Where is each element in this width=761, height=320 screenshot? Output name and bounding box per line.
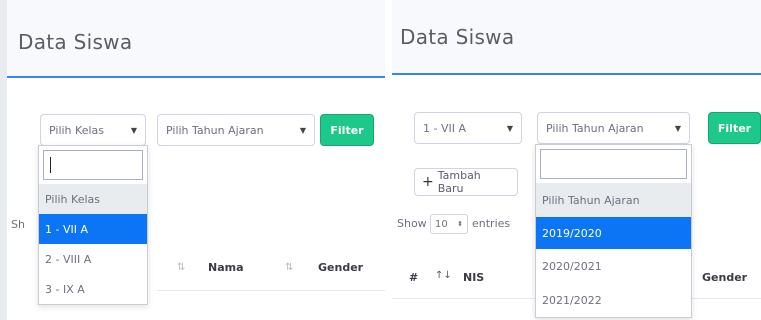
dropdown-option-placeholder[interactable]: Pilih Tahun Ajaran xyxy=(536,183,691,217)
kelas-dropdown: Pilih Kelas 1 - VII A 2 - VIII A 3 - IX … xyxy=(38,145,148,305)
dropdown-search-wrap xyxy=(536,145,691,183)
tahun-ajaran-dropdown: Pilih Tahun Ajaran 2019/2020 2020/2021 2… xyxy=(535,144,692,318)
dropdown-search-input[interactable] xyxy=(540,149,687,179)
tahun-ajaran-select[interactable]: Pilih Tahun Ajaran ▼ xyxy=(537,112,690,144)
filter-button[interactable]: Filter xyxy=(320,114,374,146)
plus-icon: + xyxy=(422,174,434,190)
dropdown-option-2019-2020[interactable]: 2019/2020 xyxy=(536,217,691,249)
column-header-gender[interactable]: Gender xyxy=(318,261,363,274)
column-header-nama[interactable]: Nama xyxy=(208,261,244,274)
page-title: Data Siswa xyxy=(400,25,515,49)
card-header: Data Siswa xyxy=(392,0,761,75)
entries-label: entries xyxy=(472,217,511,230)
dropdown-option-placeholder[interactable]: Pilih Kelas xyxy=(39,184,147,214)
dropdown-option-ix-a[interactable]: 3 - IX A xyxy=(39,274,147,304)
caret-down-icon: ▼ xyxy=(674,123,681,133)
column-header-no[interactable]: # xyxy=(409,271,418,284)
tahun-ajaran-select-value: Pilih Tahun Ajaran xyxy=(546,121,644,135)
table-divider xyxy=(157,290,385,291)
entries-length-value: 10 xyxy=(435,218,448,230)
caret-down-icon: ▼ xyxy=(506,123,513,133)
text-cursor xyxy=(50,157,51,173)
caret-down-icon: ▼ xyxy=(299,125,306,135)
caret-down-icon: ▼ xyxy=(130,125,137,135)
panel-gap xyxy=(385,0,392,320)
column-header-gender[interactable]: Gender xyxy=(702,271,747,284)
dropdown-option-vii-a[interactable]: 1 - VII A xyxy=(39,214,147,244)
tambah-baru-label: Tambah Baru xyxy=(437,169,481,195)
dropdown-option-2020-2021[interactable]: 2020/2021 xyxy=(536,249,691,283)
sort-icon[interactable]: ↑↓ xyxy=(435,270,452,281)
tahun-ajaran-select-value: Pilih Tahun Ajaran xyxy=(166,123,264,137)
show-label: Show xyxy=(397,217,427,230)
dropdown-option-viii-a[interactable]: 2 - VIII A xyxy=(39,244,147,274)
dropdown-search-wrap xyxy=(39,146,147,184)
sort-icon[interactable]: ⇅ xyxy=(285,262,293,273)
sort-arrows-icon: ⬍ xyxy=(457,220,463,228)
column-header-nis[interactable]: NIS xyxy=(463,271,484,284)
left-panel: Data Siswa Pilih Kelas ▼ Pilih Tahun Aja… xyxy=(0,0,385,320)
kelas-select-value: Pilih Kelas xyxy=(49,123,104,137)
dropdown-search-input[interactable] xyxy=(43,150,143,180)
kelas-select[interactable]: 1 - VII A ▼ xyxy=(414,112,522,144)
tahun-ajaran-select[interactable]: Pilih Tahun Ajaran ▼ xyxy=(157,114,315,146)
filter-button[interactable]: Filter xyxy=(708,112,761,144)
show-entries-label: Sh xyxy=(11,218,25,231)
dropdown-option-2021-2022[interactable]: 2021/2022 xyxy=(536,283,691,317)
entries-length-select[interactable]: 10 ⬍ xyxy=(430,214,468,234)
card-header: Data Siswa xyxy=(7,0,385,78)
kelas-select-value: 1 - VII A xyxy=(423,121,466,135)
sort-icon[interactable]: ⇅ xyxy=(177,262,185,273)
right-panel: Data Siswa 1 - VII A ▼ Pilih Tahun Ajara… xyxy=(392,0,761,320)
page-title: Data Siswa xyxy=(18,30,133,54)
kelas-select[interactable]: Pilih Kelas ▼ xyxy=(40,114,146,146)
tambah-baru-button[interactable]: + Tambah Baru xyxy=(414,168,518,196)
